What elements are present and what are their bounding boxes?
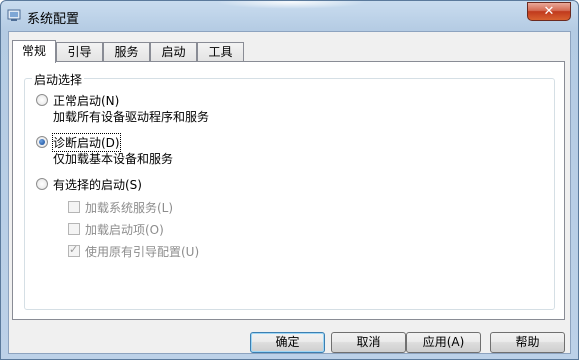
tab-boot[interactable]: 引导 bbox=[56, 42, 103, 62]
load-startup-items-label: 加载启动项(O) bbox=[85, 223, 164, 237]
diagnostic-startup-radio[interactable] bbox=[36, 136, 48, 148]
startup-selection-legend: 启动选择 bbox=[32, 71, 85, 88]
cancel-button[interactable]: 取消 bbox=[331, 332, 406, 353]
title-bar[interactable]: 系统配置 ✕ bbox=[1, 1, 578, 31]
use-original-boot-config-checkbox[interactable] bbox=[68, 243, 80, 257]
tab-tools[interactable]: 工具 bbox=[197, 42, 244, 62]
system-config-window: 系统配置 ✕ 常规 引导 服务 启动 工具 启动选择 正常启动(N) 加载所有设… bbox=[0, 0, 579, 360]
general-tab-panel: 启动选择 正常启动(N) 加载所有设备驱动程序和服务 诊断启动(D) 仅加载基本… bbox=[12, 61, 565, 320]
load-startup-items-checkbox[interactable] bbox=[68, 223, 80, 235]
help-button[interactable]: 帮助 bbox=[490, 332, 565, 353]
load-system-services-checkbox[interactable] bbox=[68, 201, 80, 213]
ok-button[interactable]: 确定 bbox=[250, 332, 325, 353]
load-system-services-label: 加载系统服务(L) bbox=[85, 201, 174, 215]
tab-startup[interactable]: 启动 bbox=[150, 42, 197, 62]
close-button[interactable]: ✕ bbox=[527, 2, 571, 21]
system-config-icon bbox=[7, 9, 21, 21]
use-original-boot-config-label: 使用原有引导配置(U) bbox=[85, 245, 200, 259]
normal-startup-radio[interactable] bbox=[36, 94, 48, 106]
startup-selection-group: 启动选择 正常启动(N) 加载所有设备驱动程序和服务 诊断启动(D) 仅加载基本… bbox=[24, 71, 555, 310]
title-glow bbox=[216, 1, 366, 9]
window-title: 系统配置 bbox=[27, 12, 80, 27]
selective-startup-label[interactable]: 有选择的启动(S) bbox=[53, 176, 142, 193]
selective-startup-radio[interactable] bbox=[36, 178, 48, 190]
normal-startup-desc: 加载所有设备驱动程序和服务 bbox=[53, 110, 210, 124]
apply-button[interactable]: 应用(A) bbox=[406, 332, 481, 353]
tab-general[interactable]: 常规 bbox=[12, 40, 56, 63]
normal-startup-label[interactable]: 正常启动(N) bbox=[53, 92, 119, 109]
dialog-client: 常规 引导 服务 启动 工具 启动选择 正常启动(N) 加载所有设备驱动程序和服… bbox=[8, 31, 571, 354]
diagnostic-startup-desc: 仅加载基本设备和服务 bbox=[53, 152, 174, 166]
diagnostic-startup-label[interactable]: 诊断启动(D) bbox=[52, 133, 121, 152]
tab-services[interactable]: 服务 bbox=[103, 42, 150, 62]
